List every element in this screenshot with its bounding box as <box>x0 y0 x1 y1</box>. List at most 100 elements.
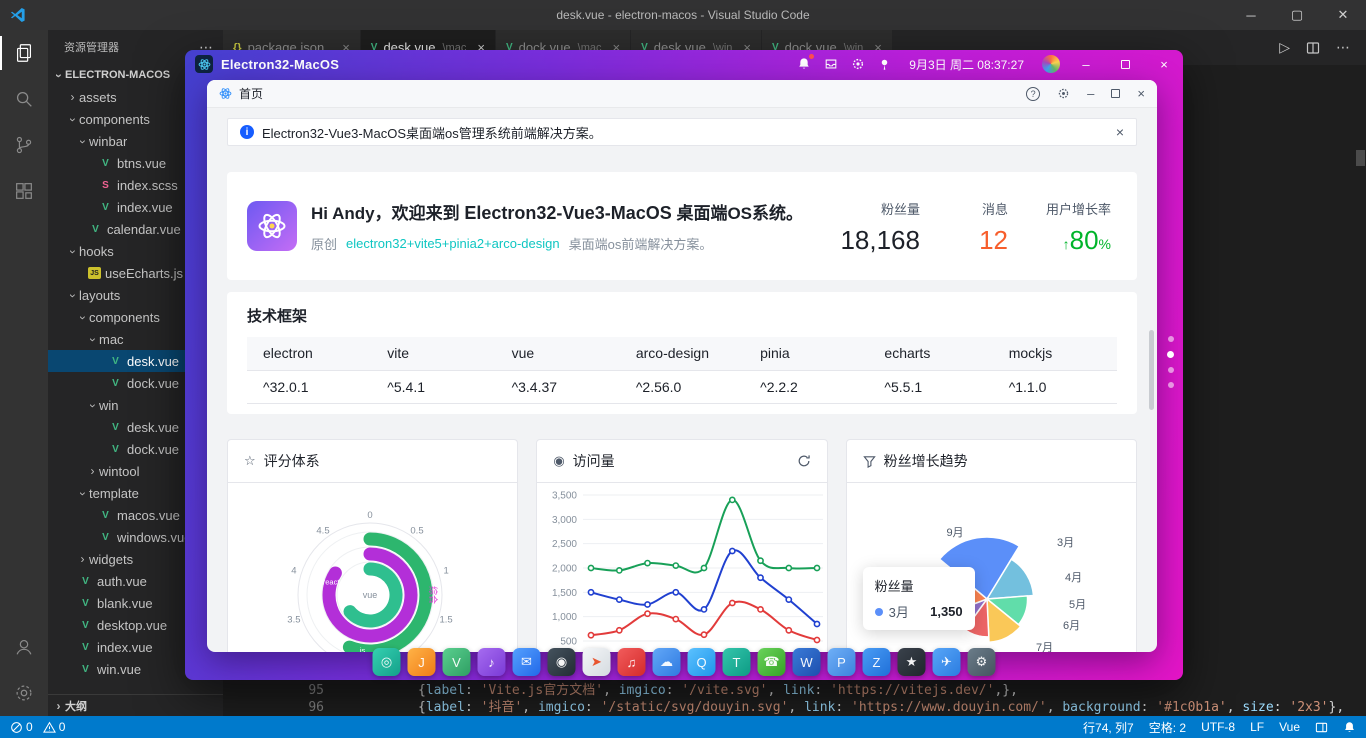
minimize-button[interactable]: ─ <box>1228 0 1274 30</box>
svg-text:1: 1 <box>443 565 448 576</box>
funnel-icon <box>863 455 876 468</box>
file-name: dock.vue <box>127 442 179 457</box>
vscode-titlebar: desk.vue - electron-macos - Visual Studi… <box>0 0 1366 30</box>
home-window: 首页 ? – × i Electron32-Vue3-MacOS桌面端os管理系… <box>207 80 1157 652</box>
code-text: {label: '抖音', imgico: '/static/svg/douyi… <box>348 699 1344 716</box>
search-icon[interactable] <box>0 76 48 122</box>
dock-app-icon-13[interactable]: W <box>793 648 821 676</box>
refresh-icon[interactable] <box>797 454 811 468</box>
editor-scrollbar[interactable] <box>1356 150 1365 166</box>
home-minimize-icon[interactable]: – <box>1087 86 1094 101</box>
dock-app-icon-3[interactable]: V <box>443 648 471 676</box>
indentation[interactable]: 空格: 2 <box>1149 719 1186 736</box>
svg-text:9月: 9月 <box>946 527 963 539</box>
extensions-icon[interactable] <box>0 168 48 214</box>
home-content: i Electron32-Vue3-MacOS桌面端os管理系统前端解决方案。 … <box>207 108 1157 652</box>
dock-app-icon-6[interactable]: ◉ <box>548 648 576 676</box>
vscode-logo-icon <box>10 7 26 23</box>
home-window-header[interactable]: 首页 ? – × <box>207 80 1157 108</box>
app-badge-icon <box>247 201 297 251</box>
source-control-icon[interactable] <box>0 122 48 168</box>
gear-icon[interactable] <box>851 57 865 71</box>
home-close-icon[interactable]: × <box>1137 86 1145 101</box>
clock-datetime[interactable]: 9月3日 周二 08:37:27 <box>909 56 1024 73</box>
line-number: 96 <box>223 699 348 716</box>
dock-app-icon-12[interactable]: ☎ <box>758 648 786 676</box>
fans-chart-title: 粉丝增长趋势 <box>884 451 968 471</box>
dock-app-icon-7[interactable]: ➤ <box>583 648 611 676</box>
chevron-down-icon: › <box>76 135 90 148</box>
info-icon: i <box>240 125 254 139</box>
framework-header-cell: vite <box>371 337 495 370</box>
home-maximize-icon[interactable] <box>1111 89 1120 98</box>
page-dot[interactable] <box>1168 367 1174 373</box>
pin-icon[interactable] <box>878 58 891 71</box>
legend-dot <box>875 608 883 616</box>
home-tab-label[interactable]: 首页 <box>239 85 263 102</box>
vue-file-icon: V <box>108 442 123 456</box>
dock-app-icon-1[interactable]: ◎ <box>373 648 401 676</box>
editor-layout-icon[interactable] <box>1315 721 1328 734</box>
vue-file-icon: V <box>78 596 93 610</box>
file-name: winbar <box>89 134 127 149</box>
app-restore-button[interactable] <box>1112 53 1138 75</box>
framework-version-cell: ^2.2.2 <box>744 370 868 403</box>
atom-icon <box>219 87 232 100</box>
dock-app-icon-8[interactable]: ♫ <box>618 648 646 676</box>
page-dot[interactable] <box>1167 351 1174 358</box>
svg-text:1,000: 1,000 <box>552 612 577 623</box>
bell-icon[interactable] <box>797 57 811 71</box>
window-settings-gear-icon[interactable] <box>1057 87 1070 100</box>
explorer-icon[interactable] <box>0 30 48 76</box>
dock-app-icon-5[interactable]: ✉ <box>513 648 541 676</box>
welcome-card: Hi Andy，欢迎来到 Electron32-Vue3-MacOS 桌面端OS… <box>227 172 1137 280</box>
dock-app-icon-15[interactable]: Z <box>863 648 891 676</box>
activity-bar <box>0 30 48 716</box>
alert-close-icon[interactable]: × <box>1116 124 1124 140</box>
editor-more-actions-icon[interactable]: ⋯ <box>1336 39 1350 56</box>
dock-app-icon-4[interactable]: ♪ <box>478 648 506 676</box>
dock-app-icon-16[interactable]: ★ <box>898 648 926 676</box>
run-button[interactable]: ▷ <box>1279 39 1290 56</box>
close-button[interactable]: ✕ <box>1320 0 1366 30</box>
language-mode[interactable]: Vue <box>1279 720 1300 734</box>
encoding[interactable]: UTF-8 <box>1201 720 1235 734</box>
account-icon[interactable] <box>0 624 48 670</box>
app-title: Electron32-MacOS <box>221 57 339 72</box>
file-name: components <box>79 112 150 127</box>
settings-gear-icon[interactable] <box>0 670 48 716</box>
page-dot[interactable] <box>1168 336 1174 342</box>
file-name: desk.vue <box>127 354 179 369</box>
home-window-scrollbar[interactable] <box>1149 330 1154 410</box>
split-editor-button[interactable] <box>1306 41 1320 55</box>
errors-indicator[interactable]: 0 <box>10 720 33 734</box>
app-titlebar[interactable]: Electron32-MacOS 9月3日 周二 08:37:27 – <box>185 50 1183 78</box>
dock-app-icon-14[interactable]: P <box>828 648 856 676</box>
page-dot[interactable] <box>1168 382 1174 388</box>
charts-row: ☆ 评分体系 00.511.533.544.5reactjsvue综合 ◉ 访问… <box>227 439 1137 652</box>
user-avatar[interactable] <box>1042 55 1060 73</box>
dock-app-icon-2[interactable]: J <box>408 648 436 676</box>
dock-app-icon-9[interactable]: ☁ <box>653 648 681 676</box>
chart-tooltip: 粉丝量 3月 1,350 <box>863 567 975 630</box>
maximize-button[interactable]: ▢ <box>1274 0 1320 30</box>
app-minimize-button[interactable]: – <box>1073 53 1099 75</box>
notifications-bell-icon[interactable] <box>1343 721 1356 734</box>
inbox-icon[interactable] <box>824 57 838 71</box>
dock-app-icon-11[interactable]: T <box>723 648 751 676</box>
tech-stack-link[interactable]: electron32+vite5+pinia2+arco-design <box>346 236 560 251</box>
framework-header-cell: mockjs <box>993 337 1117 370</box>
vue-file-icon: V <box>98 508 113 522</box>
dock-app-icon-18[interactable]: ⚙ <box>968 648 996 676</box>
vue-file-icon: V <box>78 662 93 676</box>
line-number: 95 <box>223 682 348 699</box>
cursor-position[interactable]: 行74, 列7 <box>1083 719 1134 736</box>
warnings-indicator[interactable]: 0 <box>43 720 66 734</box>
help-icon[interactable]: ? <box>1026 87 1040 101</box>
app-close-button[interactable]: × <box>1151 53 1177 75</box>
vue-file-icon: V <box>108 354 123 368</box>
dock-app-icon-10[interactable]: Q <box>688 648 716 676</box>
eol-sequence[interactable]: LF <box>1250 720 1264 734</box>
dock-app-icon-17[interactable]: ✈ <box>933 648 961 676</box>
outline-section[interactable]: › 大纲 <box>48 694 223 716</box>
